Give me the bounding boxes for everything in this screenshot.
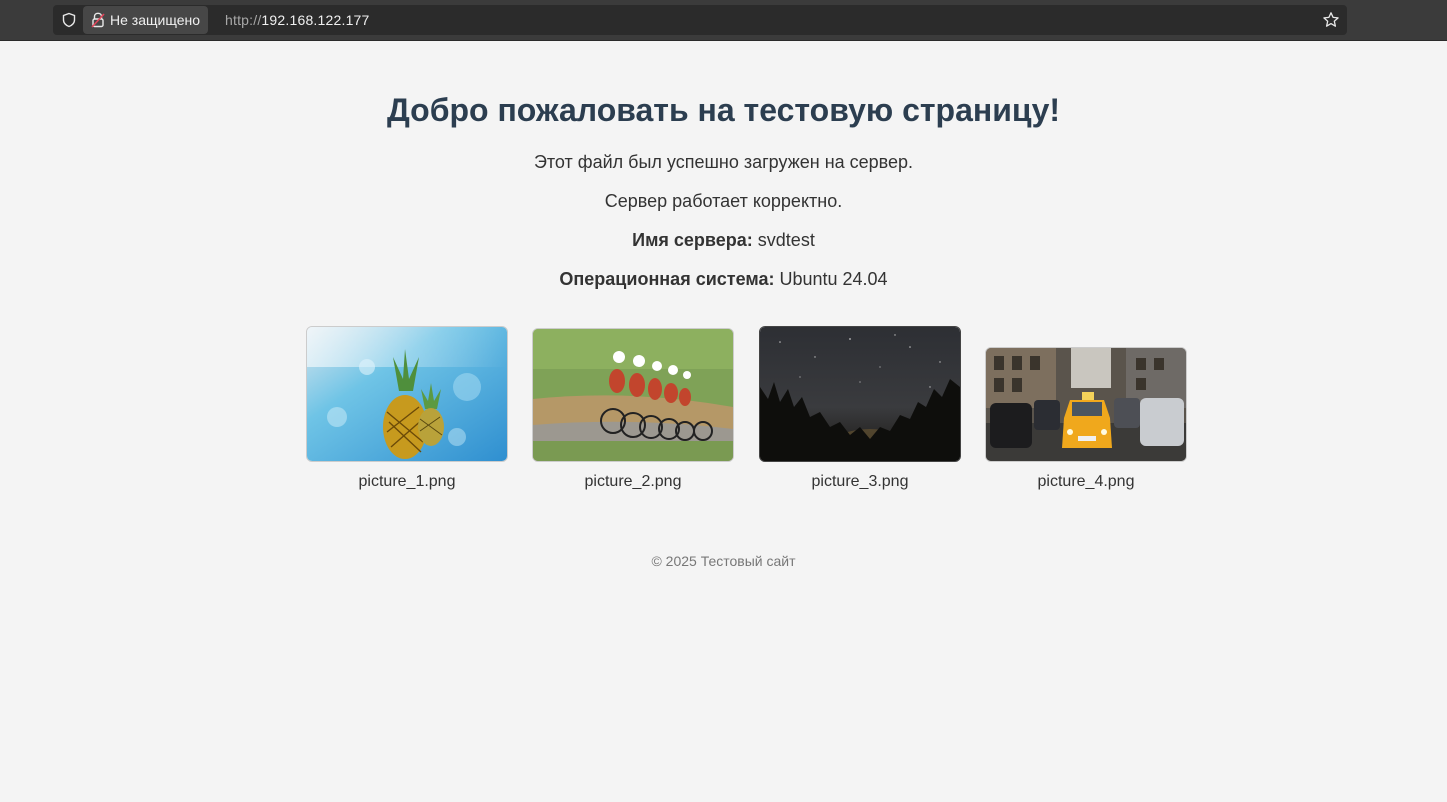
insecure-lock-icon bbox=[91, 12, 105, 28]
gallery-image-cyclists bbox=[532, 328, 734, 462]
gallery-image-taxi-street bbox=[985, 347, 1187, 462]
gallery-caption: picture_4.png bbox=[1037, 473, 1135, 490]
server-status-message: Сервер работает корректно. bbox=[604, 191, 843, 211]
bookmark-star-icon[interactable] bbox=[1322, 11, 1340, 29]
upload-message: Этот файл был успешно загружен на сервер… bbox=[533, 152, 914, 172]
gallery-image-night-sky bbox=[759, 326, 961, 462]
gallery-caption: picture_3.png bbox=[811, 473, 909, 490]
server-name-line: Имя сервера: svdtest bbox=[0, 229, 1447, 251]
server-name-value: svdtest bbox=[757, 230, 815, 250]
footer-copyright: © 2025 Тестовый сайт bbox=[651, 553, 796, 569]
os-line: Операционная система: Ubuntu 24.04 bbox=[0, 268, 1447, 290]
gallery-image-pineapples bbox=[306, 326, 508, 462]
url-text[interactable]: http://192.168.122.177 bbox=[225, 5, 370, 35]
security-label: Не защищено bbox=[110, 12, 200, 28]
os-value: Ubuntu 24.04 bbox=[779, 269, 888, 289]
url-scheme: http:// bbox=[225, 12, 262, 28]
gallery-caption: picture_2.png bbox=[584, 473, 682, 490]
url-host: 192.168.122.177 bbox=[261, 12, 370, 28]
shield-icon[interactable] bbox=[61, 12, 77, 28]
server-name-label: Имя сервера: bbox=[632, 230, 753, 250]
browser-toolbar: Не защищено http://192.168.122.177 bbox=[0, 0, 1447, 41]
security-indicator[interactable]: Не защищено bbox=[83, 6, 208, 34]
page-content: Добро пожаловать на тестовую страницу! Э… bbox=[0, 41, 1447, 569]
gallery-caption: picture_1.png bbox=[358, 473, 456, 490]
page-title: Добро пожаловать на тестовую страницу! bbox=[386, 92, 1061, 128]
address-bar[interactable]: Не защищено http://192.168.122.177 bbox=[53, 5, 1347, 35]
image-gallery: picture_1.png picture_2.png picture_3.pn… bbox=[306, 326, 1187, 496]
os-label: Операционная система: bbox=[559, 269, 775, 289]
